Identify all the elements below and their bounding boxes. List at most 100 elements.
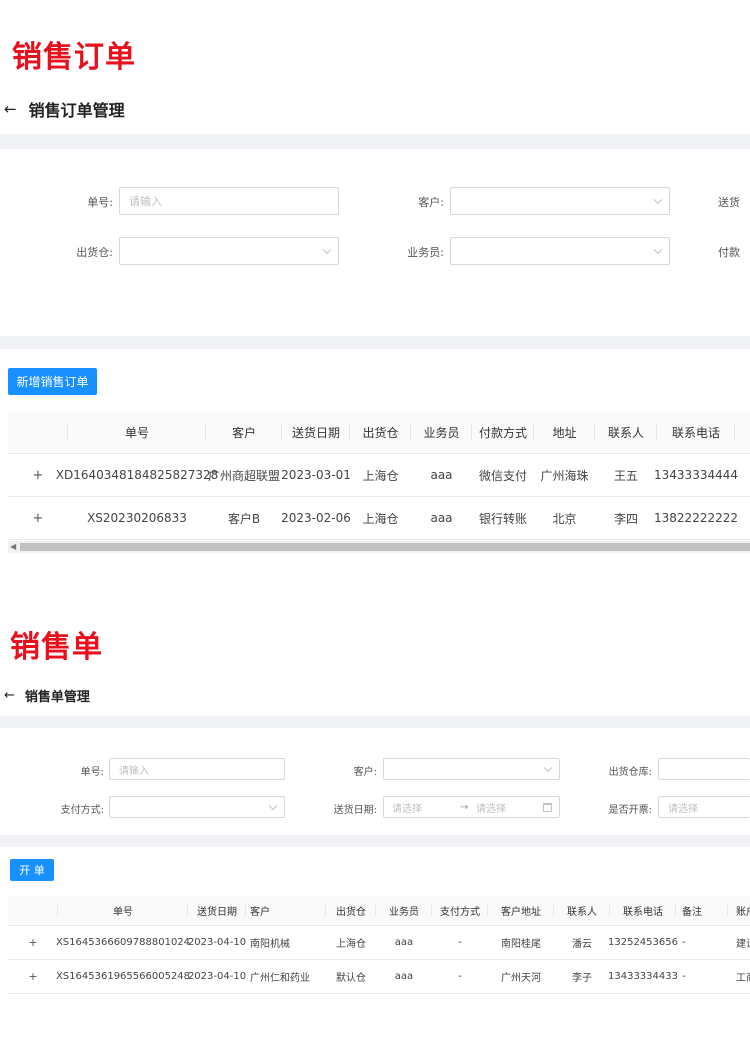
invoice-select[interactable]: 请选择 [658,796,750,818]
cell-order-no: XD1640348184825827328 [55,468,219,482]
column-header[interactable]: 地址 [534,412,595,453]
page-header: ← 销售订单管理 [4,97,125,121]
page-header: ← 销售单管理 [4,686,90,705]
cell-account: 工商 [736,973,750,984]
ship-date-range-picker[interactable]: 请选择 → 请选择 [383,796,560,818]
order-no-input[interactable]: 请输入 [109,758,285,780]
cell-address: 南阳桂尾 [501,939,541,950]
column-header[interactable]: 账户 [728,896,750,925]
column-header[interactable]: 联系人 [554,896,610,925]
scroll-left-arrow-icon[interactable]: ◀ [10,542,16,551]
cell-customer: 广州仁和药业 [250,973,310,984]
chevron-down-icon [322,245,332,255]
divider-band [0,336,750,349]
column-header[interactable]: 出货仓 [350,412,411,453]
column-header[interactable]: 联系电话 [610,896,676,925]
salesperson-label: 业务员: [407,246,444,259]
column-header[interactable]: 付款方式 [472,412,534,453]
cell-phone: 13433334433 [608,971,678,982]
add-sales-order-button[interactable]: 新增销售订单 [8,368,97,395]
cell-phone: 13433334444 [654,468,738,482]
expand-column-header [8,896,58,925]
cell-customer: 南阳机械 [250,939,290,950]
column-header[interactable]: 客户地址 [488,896,554,925]
payment-label: 付款 [718,246,740,259]
divider-band [0,134,750,149]
column-header[interactable]: 送货日期 [188,896,246,925]
cell-salesperson: aaa [394,971,414,982]
table-row[interactable]: + XS1645366609788801024 2023-04-10 南阳机械 … [8,926,750,960]
cell-salesperson: aaa [394,937,414,948]
column-header[interactable]: 客户 [206,412,282,453]
date-start-placeholder: 请选择 [392,803,422,815]
cell-warehouse: 上海仓 [336,939,366,950]
ship-date-label: 送货日期: [333,805,377,816]
customer-label: 客户: [418,196,444,209]
big-title: 销售订单 [12,40,136,75]
table-row[interactable]: + XS1645361965566005248 2023-04-10 广州仁和药… [8,960,750,994]
warehouse-select[interactable] [658,758,750,780]
cell-order-no: XS1645366609788801024 [55,937,191,948]
cell-contact: 李子 [572,973,592,984]
order-no-placeholder: 请输入 [129,195,162,208]
cell-address: 广州海珠 [540,468,589,483]
table-row[interactable]: + XS20230206833 客户B 2023-02-06 上海仓 aaa 银… [8,497,750,540]
column-header[interactable]: 备注 [676,896,728,925]
plus-icon[interactable]: + [8,926,58,959]
warehouse-select[interactable] [119,237,339,265]
cell-account: 建设 [736,939,750,950]
divider-band [0,716,750,728]
chevron-down-icon [543,763,553,773]
customer-label: 客户: [353,767,377,778]
cell-contact: 李四 [613,511,638,526]
cell-order-no: XS20230206833 [87,511,187,525]
horizontal-scrollbar[interactable]: ◀ [8,541,750,553]
column-header[interactable]: 客户 [246,896,326,925]
column-header[interactable]: 出货仓 [326,896,376,925]
salesperson-select[interactable] [450,237,670,265]
invoice-label: 是否开票: [608,805,652,816]
table-header: 单号 送货日期 客户 出货仓 业务员 支付方式 客户地址 联系人 联系电话 备注… [8,896,750,926]
customer-select[interactable] [450,187,670,215]
arrow-left-icon[interactable]: ← [4,101,17,117]
cell-address: 广州天河 [501,973,541,984]
table-row[interactable]: + XD1640348184825827328 广州商超联盟 2023-03-0… [8,454,750,497]
cell-contact: 王五 [613,468,638,483]
warehouse-label: 出货仓库: [608,767,652,778]
payment-method-label: 支付方式: [60,805,104,816]
column-header[interactable]: 支付方式 [432,896,488,925]
column-header[interactable]: 业务员 [376,896,432,925]
cell-ship-date: 2023-03-01 [281,468,351,482]
date-end-placeholder: 请选择 [476,803,506,815]
cell-phone: 13822222222 [654,511,738,525]
payment-method-select[interactable] [109,796,285,818]
column-header[interactable]: 联系电话 [657,412,735,453]
customer-select[interactable] [383,758,560,780]
cell-payment: - [458,971,462,982]
chevron-down-icon [653,195,663,205]
cell-payment: 微信支付 [478,468,527,483]
column-header[interactable]: 送货日期 [282,412,350,453]
table-header: 单号 客户 送货日期 出货仓 业务员 付款方式 地址 联系人 联系电话 [8,412,750,454]
cell-salesperson: aaa [430,468,453,482]
cell-ship-date: 2023-04-10 [187,937,247,948]
scrollbar-thumb[interactable] [20,543,750,551]
column-header[interactable]: 业务员 [411,412,472,453]
open-invoice-button[interactable]: 开 单 [10,859,54,881]
calendar-icon [543,803,552,812]
order-no-label: 单号: [80,767,104,778]
column-header[interactable]: 联系人 [595,412,657,453]
date-range-arrow: → [460,801,469,813]
cell-customer: 客户B [227,511,261,526]
arrow-left-icon[interactable]: ← [4,689,15,702]
column-header[interactable]: 单号 [68,412,206,453]
cell-salesperson: aaa [430,511,453,525]
order-no-input[interactable]: 请输入 [119,187,339,215]
plus-icon[interactable]: + [8,497,68,539]
cell-payment: 银行转账 [478,511,527,526]
cell-order-no: XS1645361965566005248 [55,971,191,982]
column-header[interactable]: 单号 [58,896,188,925]
page-title: 销售单管理 [24,690,90,705]
chevron-down-icon [268,801,278,811]
plus-icon[interactable]: + [8,960,58,993]
